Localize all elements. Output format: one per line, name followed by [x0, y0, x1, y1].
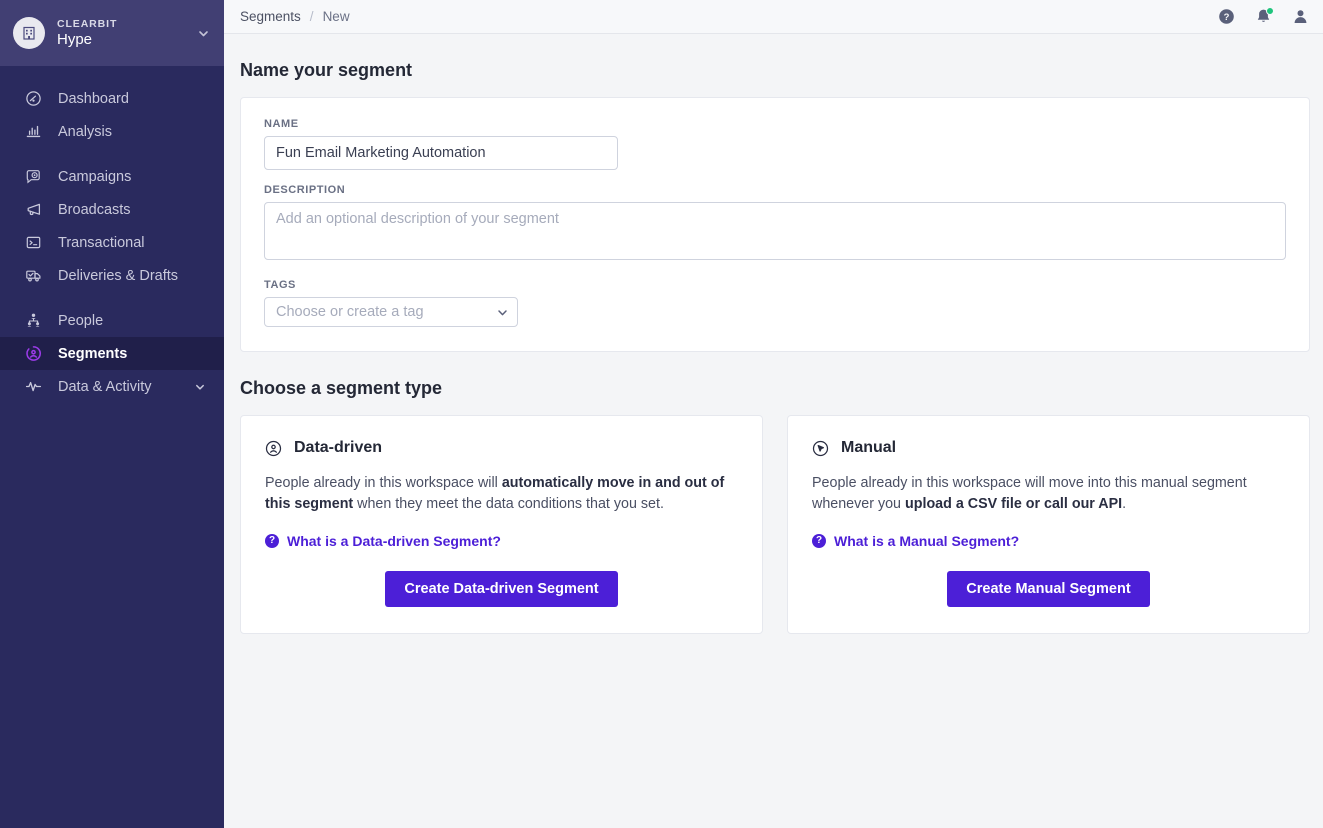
- svg-text:?: ?: [1223, 12, 1229, 23]
- desc-part: .: [1122, 496, 1127, 512]
- manual-button-row: Create Manual Segment: [812, 571, 1285, 607]
- sidebar-item-label: Broadcasts: [58, 201, 131, 218]
- description-field-group: DESCRIPTION: [264, 184, 1286, 265]
- sidebar-item-transactional[interactable]: Transactional: [0, 226, 224, 259]
- workspace-org: CLEARBIT: [57, 17, 118, 30]
- segment-type-title: Choose a segment type: [240, 378, 443, 398]
- workspace-name: Hype: [57, 30, 93, 48]
- sidebar-item-label: Segments: [58, 345, 128, 362]
- gauge-icon: [24, 90, 42, 108]
- desc-part: when they meet the data conditions that …: [353, 496, 664, 512]
- page-title: Name your segment: [240, 60, 413, 80]
- data-driven-help-label: What is a Data-driven Segment?: [287, 533, 501, 549]
- segment-description-textarea[interactable]: [264, 202, 1286, 260]
- desc-part: People already in this workspace will: [265, 475, 502, 491]
- app-root: CLEARBIT Hype Dashboard Analysis Campaig…: [0, 0, 1323, 828]
- pointer-circle-icon: [812, 440, 829, 457]
- nav-group-data: People Segments Data & Activity: [0, 298, 224, 409]
- chevron-down-icon: [194, 381, 206, 393]
- help-icon: ?: [265, 534, 279, 548]
- megaphone-icon: [24, 201, 42, 219]
- top-bar: Segments / New ?: [224, 0, 1323, 34]
- data-driven-button-row: Create Data-driven Segment: [265, 571, 738, 607]
- desc-part-bold: upload a CSV file or call our API: [905, 496, 1123, 512]
- sidebar: CLEARBIT Hype Dashboard Analysis Campaig…: [0, 0, 224, 828]
- sidebar-nav: Dashboard Analysis Campaigns Broadcasts …: [0, 66, 224, 409]
- create-manual-segment-button[interactable]: Create Manual Segment: [947, 571, 1150, 607]
- manual-description: People already in this workspace will mo…: [812, 473, 1285, 515]
- page-content: Name your segment NAME DESCRIPTION TAGS …: [224, 34, 1323, 828]
- create-data-driven-segment-button[interactable]: Create Data-driven Segment: [385, 571, 618, 607]
- sidebar-item-dashboard[interactable]: Dashboard: [0, 82, 224, 115]
- main-area: Segments / New ? Name your segment NAME …: [224, 0, 1323, 828]
- top-bar-icons: ?: [1217, 6, 1309, 26]
- segment-type-cards: Data-driven People already in this works…: [240, 415, 1310, 634]
- name-field-group: NAME: [264, 118, 1286, 170]
- nav-group-messaging: Campaigns Broadcasts Transactional Deliv…: [0, 154, 224, 298]
- breadcrumb-current: New: [322, 9, 350, 24]
- sidebar-item-deliveries-drafts[interactable]: Deliveries & Drafts: [0, 259, 224, 292]
- manual-card: Manual People already in this workspace …: [787, 415, 1310, 634]
- name-form-card: NAME DESCRIPTION TAGS Choose or create a…: [240, 97, 1310, 352]
- campaign-icon: [24, 168, 42, 186]
- tags-select-wrapper: Choose or create a tag: [264, 297, 518, 327]
- sidebar-item-label: Analysis: [58, 123, 112, 140]
- sidebar-item-label: People: [58, 312, 104, 329]
- sidebar-item-segments[interactable]: Segments: [0, 337, 224, 370]
- account-avatar-icon[interactable]: [1291, 8, 1309, 26]
- data-driven-description: People already in this workspace will au…: [265, 473, 738, 515]
- truck-check-icon: [24, 267, 42, 285]
- tags-field-group: TAGS Choose or create a tag: [264, 279, 1286, 327]
- data-driven-card: Data-driven People already in this works…: [240, 415, 763, 634]
- tags-field-label: TAGS: [264, 279, 296, 291]
- help-icon[interactable]: ?: [1217, 8, 1235, 26]
- notifications-bell-icon[interactable]: [1254, 6, 1274, 26]
- sidebar-item-label: Campaigns: [58, 168, 132, 185]
- terminal-icon: [24, 234, 42, 252]
- sidebar-item-label: Dashboard: [58, 90, 129, 107]
- description-field-label: DESCRIPTION: [264, 184, 346, 196]
- manual-help-link[interactable]: ? What is a Manual Segment?: [812, 533, 1285, 549]
- breadcrumb-separator: /: [309, 9, 314, 24]
- manual-title: Manual: [841, 439, 897, 456]
- people-group-icon: [24, 312, 42, 330]
- data-driven-help-link[interactable]: ? What is a Data-driven Segment?: [265, 533, 738, 549]
- sidebar-item-analysis[interactable]: Analysis: [0, 115, 224, 148]
- manual-help-label: What is a Manual Segment?: [834, 533, 1020, 549]
- name-field-label: NAME: [264, 118, 299, 130]
- sidebar-item-data-activity[interactable]: Data & Activity: [0, 370, 224, 403]
- segment-name-input[interactable]: [264, 136, 618, 170]
- data-driven-title: Data-driven: [294, 439, 383, 456]
- workspace-text: CLEARBIT Hype: [57, 18, 185, 48]
- activity-pulse-icon: [24, 378, 42, 396]
- tags-select[interactable]: Choose or create a tag: [264, 297, 518, 327]
- sidebar-item-label: Transactional: [58, 234, 145, 251]
- chevron-down-icon: [197, 27, 210, 40]
- breadcrumb: Segments / New: [240, 9, 1217, 24]
- segment-circle-icon: [24, 345, 42, 363]
- breadcrumb-parent[interactable]: Segments: [240, 9, 301, 24]
- sidebar-item-campaigns[interactable]: Campaigns: [0, 160, 224, 193]
- notification-badge-dot: [1266, 6, 1274, 15]
- nav-group-primary: Dashboard Analysis: [0, 76, 224, 154]
- sidebar-item-label: Data & Activity: [58, 378, 152, 395]
- sidebar-item-people[interactable]: People: [0, 304, 224, 337]
- sidebar-item-broadcasts[interactable]: Broadcasts: [0, 193, 224, 226]
- workspace-switcher[interactable]: CLEARBIT Hype: [0, 0, 224, 66]
- sidebar-item-label: Deliveries & Drafts: [58, 267, 179, 284]
- help-icon: ?: [812, 534, 826, 548]
- bar-chart-icon: [24, 123, 42, 141]
- user-circle-icon: [265, 440, 282, 457]
- data-driven-header: Data-driven: [265, 439, 738, 457]
- building-icon: [13, 17, 45, 49]
- manual-header: Manual: [812, 439, 1285, 457]
